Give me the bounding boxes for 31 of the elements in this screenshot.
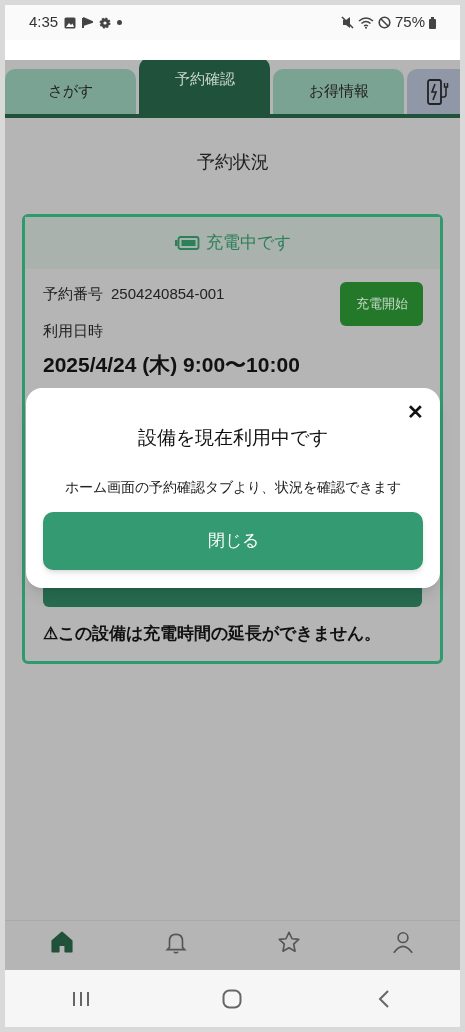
close-button[interactable]: 閉じる <box>43 511 423 570</box>
notice-text: ⚠この設備は充電時間の延長ができません。 <box>43 623 382 645</box>
recent-apps-icon[interactable] <box>70 990 91 1007</box>
battery-icon <box>429 16 436 29</box>
star-icon[interactable] <box>276 929 303 955</box>
dialog-title: 設備を現在利用中です <box>138 426 328 450</box>
home-button-icon[interactable] <box>222 988 243 1009</box>
image-icon <box>64 16 77 29</box>
mute-icon <box>340 16 354 29</box>
block-icon <box>377 16 391 29</box>
tab[interactable]: お得情報 <box>273 69 404 114</box>
reservation-number: 2504240854-001 <box>111 284 225 304</box>
status-text: 充電中です <box>205 232 291 255</box>
start-charging-button[interactable]: 充電開始 <box>340 282 423 326</box>
dot-icon <box>117 20 123 25</box>
battery-percent: 75% <box>394 12 425 33</box>
date-label: 利用日時 <box>43 321 104 341</box>
home-icon[interactable] <box>48 929 75 955</box>
dialog-message: ホーム画面の予約確認タブより、状況を確認できます <box>65 477 401 497</box>
tab[interactable]: 予約確認 <box>139 60 270 114</box>
settings-icon <box>99 16 112 29</box>
tab[interactable]: さがす <box>5 69 136 114</box>
flag-icon <box>82 16 94 29</box>
back-icon[interactable] <box>378 988 391 1009</box>
wifi-icon <box>357 16 374 29</box>
reservation-number-label: 予約番号 <box>43 284 103 304</box>
reservation-date: 2025/4/24 (木) 9:00〜10:00 <box>43 351 301 378</box>
charger-icon <box>427 78 449 105</box>
page-title: 予約状況 <box>196 151 269 174</box>
status-time: 4:35 <box>29 12 59 33</box>
battery-icon <box>174 236 200 250</box>
